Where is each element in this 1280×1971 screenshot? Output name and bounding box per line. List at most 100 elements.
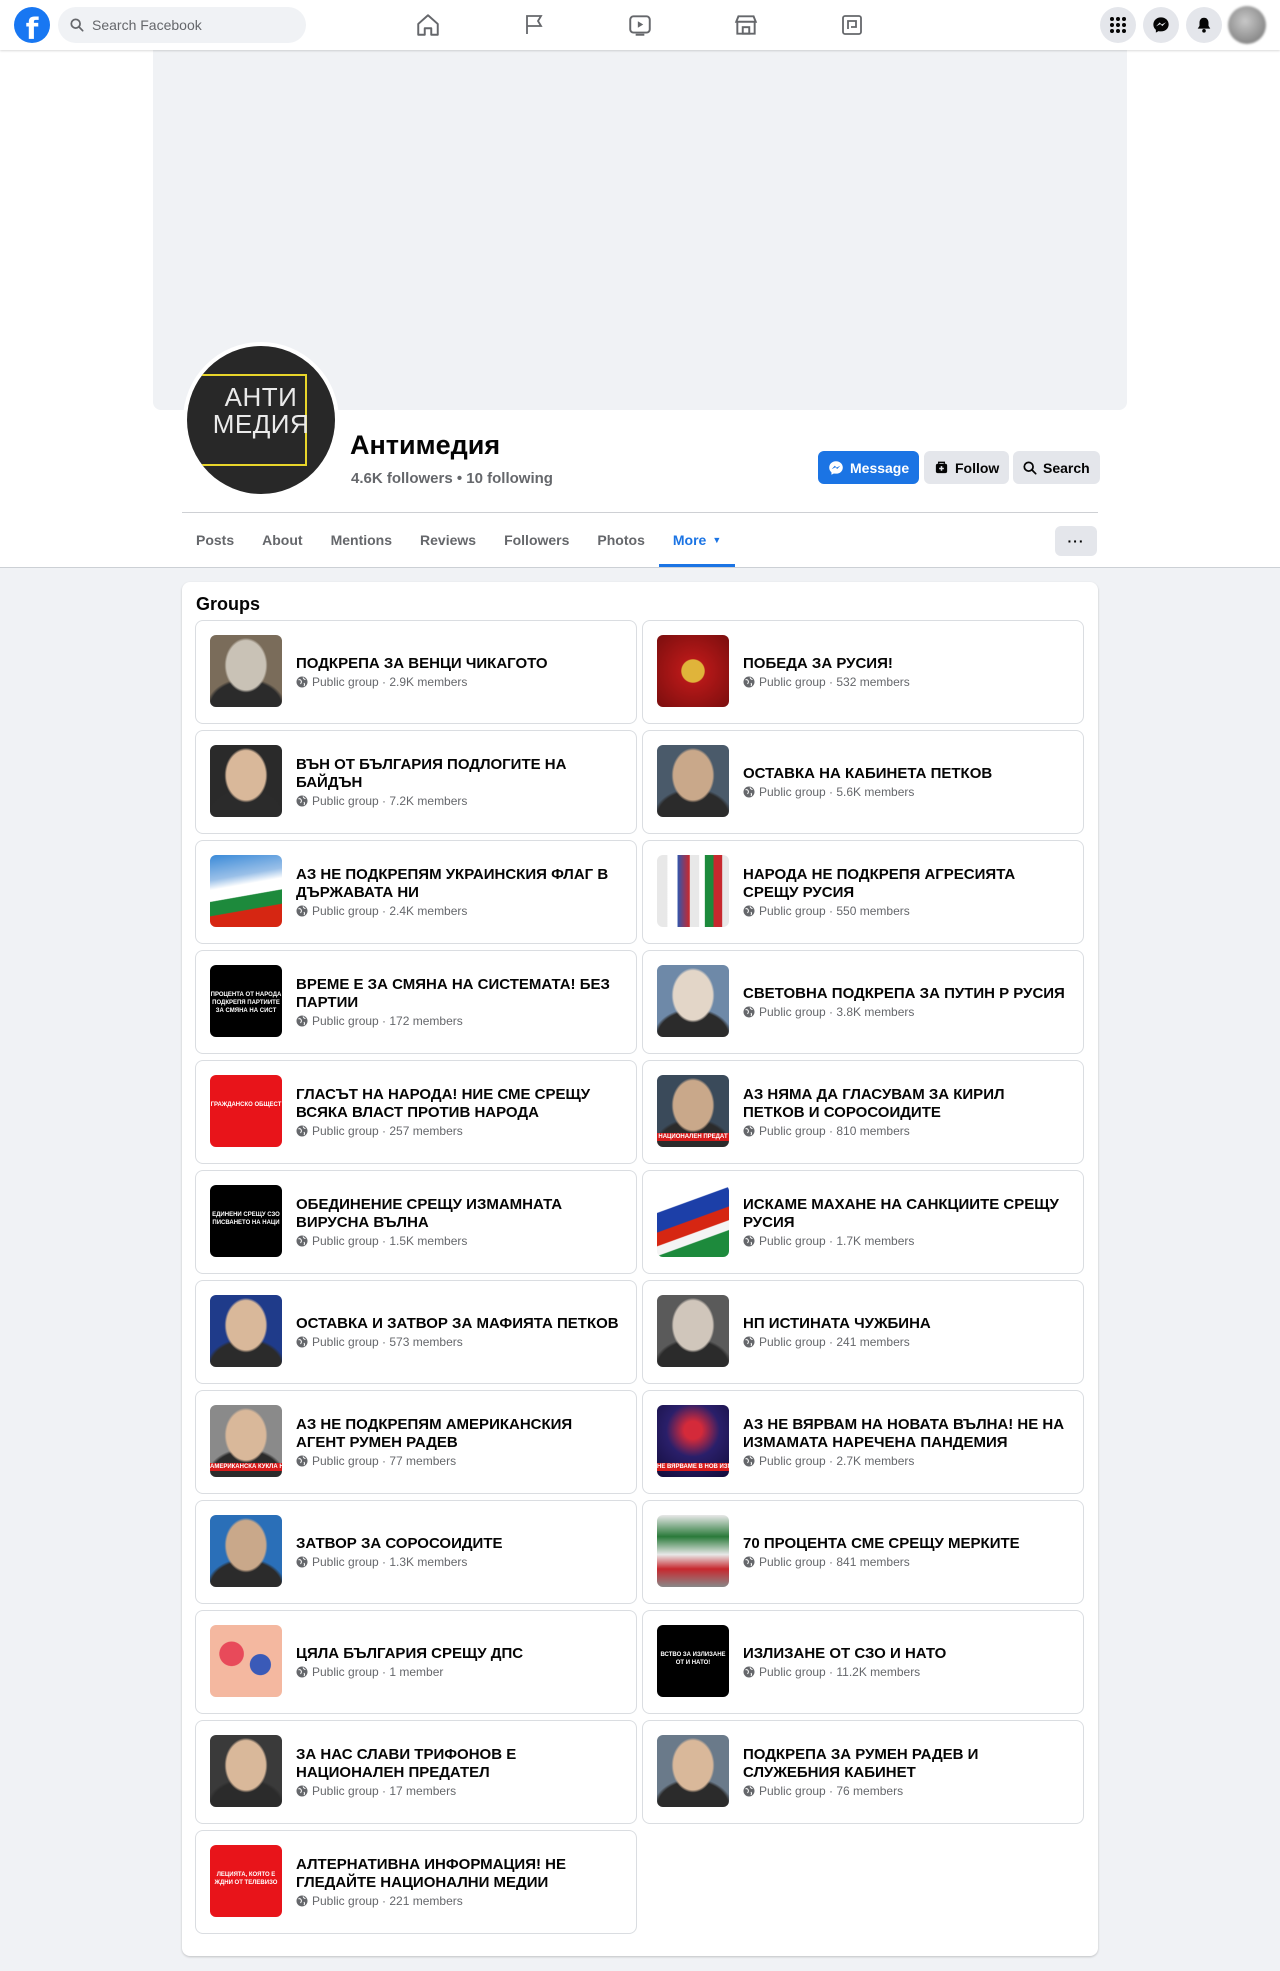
group-thumbnail[interactable] [210,1625,282,1697]
group-thumbnail[interactable] [657,1735,729,1807]
group-item[interactable]: ГРАЖДАНСКО ОБЩЕСТ ГЛАСЪТ НА НАРОДА! НИЕ С… [195,1060,637,1164]
group-item[interactable]: ПРОЦЕНТА ОТ НАРОДА ПОДКРЕПЯ ПАРТИИТЕ ЗА … [195,950,637,1054]
marketplace-icon[interactable] [730,9,762,41]
group-item[interactable]: АЗ НЕ ПОДКРЕПЯМ УКРАИНСКИЯ ФЛАГ В ДЪРЖАВ… [195,840,637,944]
group-name[interactable]: ПОДКРЕПА ЗА РУМЕН РАДЕВ И СЛУЖЕБНИЯ КАБИ… [743,1746,1067,1782]
group-item[interactable]: ОСТАВКА НА КАБИНЕТА ПЕТКОВ Public group ·… [642,730,1084,834]
group-item[interactable]: ЛЕЦИЯТА, КОЯТО Е ЖДНИ ОТ ТЕЛЕВИЗО АЛТЕРНА… [195,1830,637,1934]
group-thumbnail[interactable] [210,635,282,707]
group-text: ИСКАМЕ МАХАНЕ НА САНКЦИИТЕ СРЕЩУ РУСИЯ Pu… [743,1171,1067,1273]
group-name[interactable]: АЗ НЯМА ДА ГЛАСУВАМ ЗА КИРИЛ ПЕТКОВ И СО… [743,1086,1067,1122]
group-thumbnail[interactable] [210,1295,282,1367]
group-thumbnail[interactable] [210,1735,282,1807]
group-thumbnail[interactable]: ВСТВО ЗА ИЗЛИЗАНЕ ОТ И НАТО! [657,1625,729,1697]
group-thumbnail[interactable] [210,855,282,927]
group-name[interactable]: ВЪН ОТ БЪЛГАРИЯ ПОДЛОГИТЕ НА БАЙДЪН [296,756,620,792]
group-text: НАРОДА НЕ ПОДКРЕПЯ АГРЕСИЯТА СРЕЩУ РУСИЯ… [743,841,1067,943]
group-item[interactable]: ВЪН ОТ БЪЛГАРИЯ ПОДЛОГИТЕ НА БАЙДЪН Publi… [195,730,637,834]
group-thumbnail[interactable] [657,745,729,817]
group-name[interactable]: ЗАТВОР ЗА СОРОСОИДИТЕ [296,1535,620,1553]
group-item[interactable]: НП ИСТИНАТА ЧУЖБИНА Public group · 241 me… [642,1280,1084,1384]
group-thumbnail[interactable]: АМЕРИКАНСКА КУКЛА НА [210,1405,282,1477]
home-icon[interactable] [412,9,444,41]
group-name[interactable]: ВРЕМЕ Е ЗА СМЯНА НА СИСТЕМАТА! БЕЗ ПАРТИ… [296,976,620,1012]
group-item[interactable]: АМЕРИКАНСКА КУКЛА НА АЗ НЕ ПОДКРЕПЯМ АМЕР… [195,1390,637,1494]
group-name[interactable]: ОСТАВКА И ЗАТВОР ЗА МАФИЯТА ПЕТКОВ [296,1315,620,1333]
group-item[interactable]: 70 ПРОЦЕНТА СМЕ СРЕЩУ МЕРКИТЕ Public grou… [642,1500,1084,1604]
globe-icon [296,1556,308,1568]
pages-flag-icon[interactable] [518,9,550,41]
group-name[interactable]: 70 ПРОЦЕНТА СМЕ СРЕЩУ МЕРКИТЕ [743,1535,1067,1553]
group-text: ЗА НАС СЛАВИ ТРИФОНОВ Е НАЦИОНАЛЕН ПРЕДА… [296,1721,620,1823]
messenger-icon[interactable] [1143,7,1179,43]
more-options-button[interactable]: ··· [1055,526,1097,556]
group-name[interactable]: АЛТЕРНАТИВНА ИНФОРМАЦИЯ! НЕ ГЛЕДАЙТЕ НАЦ… [296,1856,620,1892]
tab-photos[interactable]: Photos [583,513,658,567]
group-thumbnail[interactable]: ПРОЦЕНТА ОТ НАРОДА ПОДКРЕПЯ ПАРТИИТЕ ЗА … [210,965,282,1037]
group-name[interactable]: ГЛАСЪТ НА НАРОДА! НИЕ СМЕ СРЕЩУ ВСЯКА ВЛ… [296,1086,620,1122]
tab-posts[interactable]: Posts [182,513,248,567]
group-name[interactable]: ИСКАМЕ МАХАНЕ НА САНКЦИИТЕ СРЕЩУ РУСИЯ [743,1196,1067,1232]
group-thumbnail[interactable] [657,635,729,707]
group-name[interactable]: ПОБЕДА ЗА РУСИЯ! [743,655,1067,673]
group-name[interactable]: ОБЕДИНЕНИЕ СРЕЩУ ИЗМАМНАТА ВИРУСНА ВЪЛНА [296,1196,620,1232]
group-item[interactable]: ЦЯЛА БЪЛГАРИЯ СРЕЩУ ДПС Public group · 1 … [195,1610,637,1714]
search-page-button[interactable]: Search [1013,451,1100,484]
group-thumbnail[interactable]: ГРАЖДАНСКО ОБЩЕСТ [210,1075,282,1147]
group-item[interactable]: ЕДИНЕНИ СРЕЩУ СЗО ПИСВАНЕТО НА НАЦИ ОБЕДИ… [195,1170,637,1274]
tab-followers[interactable]: Followers [490,513,583,567]
group-item[interactable]: НЕ ВЯРВАМЕ В НОВ ИЗМАМА! АЗ НЕ ВЯРВАМ НА … [642,1390,1084,1494]
group-name[interactable]: АЗ НЕ ПОДКРЕПЯМ АМЕРИКАНСКИЯ АГЕНТ РУМЕН… [296,1416,620,1452]
group-name[interactable]: НАРОДА НЕ ПОДКРЕПЯ АГРЕСИЯТА СРЕЩУ РУСИЯ [743,866,1067,902]
group-thumbnail[interactable] [210,1515,282,1587]
group-name[interactable]: АЗ НЕ ПОДКРЕПЯМ УКРАИНСКИЯ ФЛАГ В ДЪРЖАВ… [296,866,620,902]
message-button[interactable]: Message [818,451,920,484]
group-item[interactable]: ОСТАВКА И ЗАТВОР ЗА МАФИЯТА ПЕТКОВ Public… [195,1280,637,1384]
group-item[interactable]: НАЦИОНАЛЕН ПРЕДАТ АЗ НЯМА ДА ГЛАСУВАМ ЗА … [642,1060,1084,1164]
profile-picture[interactable]: АНТИ МЕДИЯ [183,342,339,498]
notifications-bell-icon[interactable] [1186,7,1222,43]
tab-about[interactable]: About [248,513,316,567]
followers-stats[interactable]: 4.6K followers • 10 following [351,470,553,487]
group-item[interactable]: ПОДКРЕПА ЗА РУМЕН РАДЕВ И СЛУЖЕБНИЯ КАБИ… [642,1720,1084,1824]
group-name[interactable]: ПОДКРЕПА ЗА ВЕНЦИ ЧИКАГОТО [296,655,620,673]
follow-button[interactable]: Follow [924,451,1010,484]
group-thumbnail[interactable] [210,745,282,817]
group-item[interactable]: ЗАТВОР ЗА СОРОСОИДИТЕ Public group · 1.3K… [195,1500,637,1604]
group-thumbnail[interactable]: НАЦИОНАЛЕН ПРЕДАТ [657,1075,729,1147]
group-thumbnail[interactable] [657,1295,729,1367]
group-item[interactable]: НАРОДА НЕ ПОДКРЕПЯ АГРЕСИЯТА СРЕЩУ РУСИЯ… [642,840,1084,944]
group-item[interactable]: ЗА НАС СЛАВИ ТРИФОНОВ Е НАЦИОНАЛЕН ПРЕДА… [195,1720,637,1824]
group-thumbnail[interactable]: НЕ ВЯРВАМЕ В НОВ ИЗМАМА! [657,1405,729,1477]
tab-mentions[interactable]: Mentions [317,513,406,567]
group-thumbnail[interactable] [657,855,729,927]
group-name[interactable]: ОСТАВКА НА КАБИНЕТА ПЕТКОВ [743,765,1067,783]
group-name[interactable]: АЗ НЕ ВЯРВАМ НА НОВАТА ВЪЛНА! НЕ НА ИЗМА… [743,1416,1067,1452]
menu-grid-icon[interactable] [1100,7,1136,43]
group-meta: Public group · 11.2K members [743,1664,1067,1680]
tab-reviews[interactable]: Reviews [406,513,490,567]
group-thumbnail[interactable]: ЛЕЦИЯТА, КОЯТО Е ЖДНИ ОТ ТЕЛЕВИЗО [210,1845,282,1917]
group-item[interactable]: ПОБЕДА ЗА РУСИЯ! Public group · 532 membe… [642,620,1084,724]
group-item[interactable]: СВЕТОВНА ПОДКРЕПА ЗА ПУТИН Р РУСИЯ Public… [642,950,1084,1054]
group-thumbnail[interactable] [657,1185,729,1257]
group-thumbnail[interactable]: ЕДИНЕНИ СРЕЩУ СЗО ПИСВАНЕТО НА НАЦИ [210,1185,282,1257]
watch-icon[interactable] [624,9,656,41]
search-box[interactable] [58,7,306,43]
search-input[interactable] [92,17,292,33]
group-item[interactable]: ИСКАМЕ МАХАНЕ НА САНКЦИИТЕ СРЕЩУ РУСИЯ Pu… [642,1170,1084,1274]
tab-more[interactable]: More ▼ [658,513,736,567]
group-name[interactable]: НП ИСТИНАТА ЧУЖБИНА [743,1315,1067,1333]
group-name[interactable]: ЦЯЛА БЪЛГАРИЯ СРЕЩУ ДПС [296,1645,620,1663]
group-item[interactable]: ПОДКРЕПА ЗА ВЕНЦИ ЧИКАГОТО Public group ·… [195,620,637,724]
account-avatar[interactable] [1228,6,1266,44]
facebook-logo[interactable]: f [14,7,50,43]
group-name[interactable]: ИЗЛИЗАНЕ ОТ СЗО И НАТО [743,1645,1067,1663]
gaming-icon[interactable] [836,9,868,41]
group-name[interactable]: СВЕТОВНА ПОДКРЕПА ЗА ПУТИН Р РУСИЯ [743,985,1067,1003]
group-thumbnail[interactable] [657,965,729,1037]
group-meta: Public group · 2.7K members [743,1453,1067,1469]
group-name[interactable]: ЗА НАС СЛАВИ ТРИФОНОВ Е НАЦИОНАЛЕН ПРЕДА… [296,1746,620,1782]
group-thumbnail[interactable] [657,1515,729,1587]
group-item[interactable]: ВСТВО ЗА ИЗЛИЗАНЕ ОТ И НАТО! ИЗЛИЗАНЕ ОТ … [642,1610,1084,1714]
